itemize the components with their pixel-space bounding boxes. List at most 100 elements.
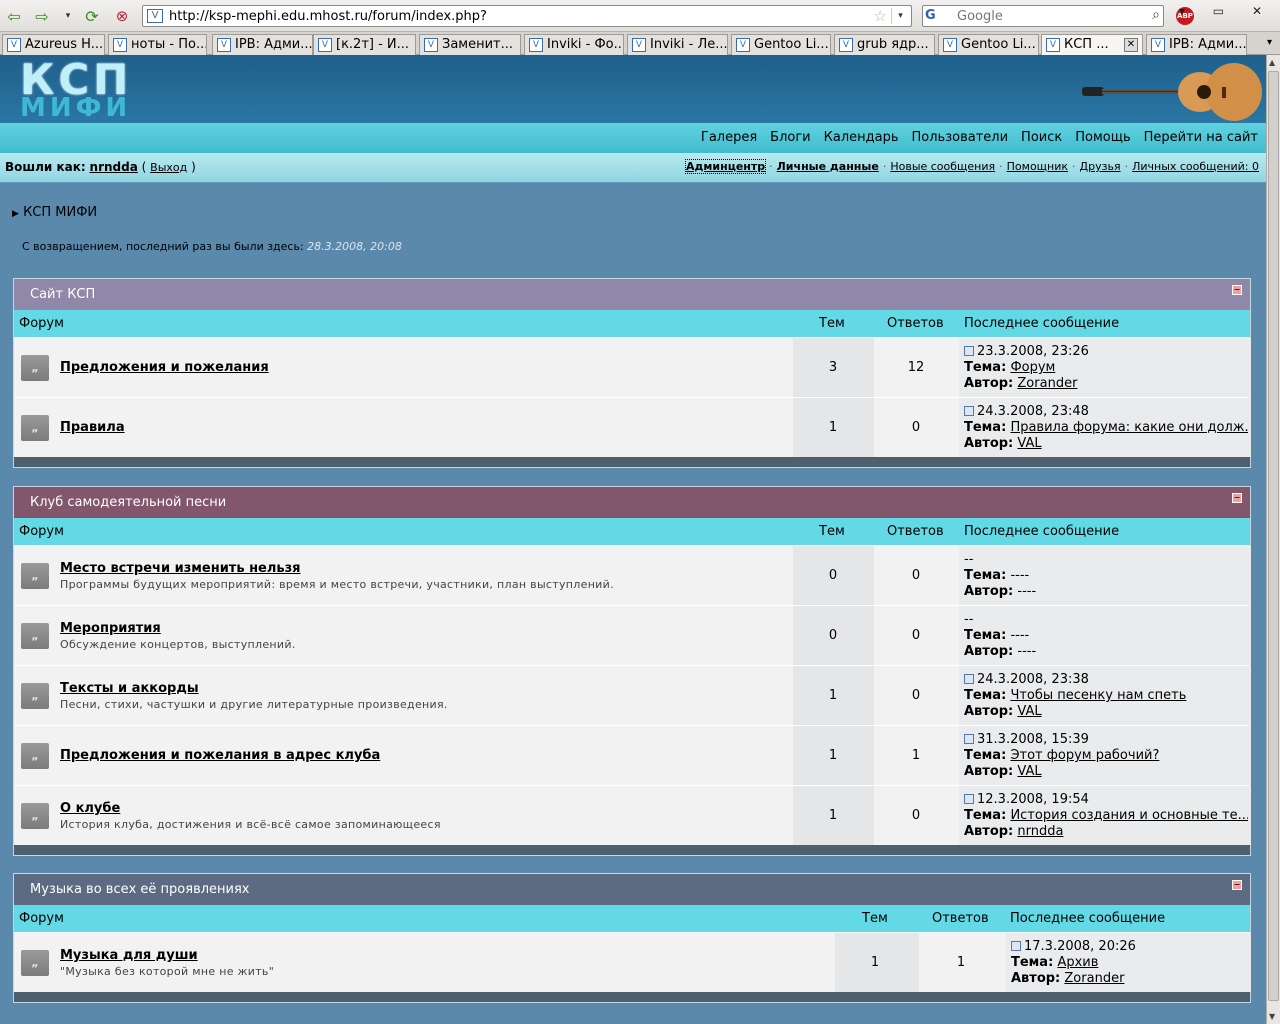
browser-tab[interactable]: V Inviki - Фо... [524, 34, 624, 55]
search-box[interactable]: G ⌕ [922, 5, 1164, 27]
search-engine-icon[interactable]: G [925, 8, 953, 24]
url-bar[interactable]: V http://ksp-mephi.edu.mhost.ru/forum/in… [142, 5, 912, 27]
last-post-icon[interactable] [964, 674, 974, 684]
browser-tab[interactable]: V Azureus H... [2, 34, 105, 55]
nav-link[interactable]: Блоги [770, 130, 810, 145]
forum-title-link[interactable]: Мероприятия [60, 621, 161, 636]
last-post-topic-link[interactable]: Правила форума: какие они долж... [1010, 420, 1248, 435]
search-icon[interactable]: ⌕ [1152, 7, 1160, 23]
search-input[interactable] [957, 8, 1137, 24]
browser-tab[interactable]: V Gentoo Li... [938, 34, 1039, 55]
user-info: Вошли как: nrndda ( Выход ) [5, 160, 196, 174]
topic-count: 1 [828, 808, 838, 823]
nav-link[interactable]: Календарь [824, 130, 899, 145]
url-dropdown-icon[interactable]: ▾ [891, 8, 909, 24]
column-header-forum: Форум [19, 524, 64, 539]
last-post-author-link[interactable]: VAL [1017, 764, 1041, 779]
collapse-icon[interactable]: − [1232, 285, 1242, 295]
site-favicon-icon: V [147, 9, 163, 23]
nav-link[interactable]: Пользователи [912, 130, 1009, 145]
scrollbar-thumb[interactable] [1268, 71, 1279, 1001]
forward-icon[interactable]: ⇨ [32, 6, 52, 26]
last-post-topic-link[interactable]: Чтобы песенку нам спеть [1010, 688, 1186, 703]
forum-title-link[interactable]: Музыка для души [60, 948, 198, 963]
scroll-down-icon[interactable]: ▼ [1269, 1012, 1275, 1021]
last-post-topic-link[interactable]: Архив [1057, 955, 1098, 970]
tab-close-icon[interactable]: ✕ [1124, 38, 1138, 52]
forum-title-link[interactable]: Предложения и пожелания [60, 360, 269, 375]
browser-tab[interactable]: V Заменит... [419, 34, 521, 55]
last-post-icon[interactable] [964, 346, 974, 356]
browser-tab[interactable]: V IPB: Адми... [212, 34, 313, 55]
forum-title-link[interactable]: Тексты и аккорды [60, 681, 199, 696]
last-post-author-link[interactable]: Zorander [1064, 971, 1124, 986]
stop-icon[interactable]: ⊗ [112, 6, 132, 26]
collapse-icon[interactable]: − [1232, 880, 1242, 890]
last-post-author-link[interactable]: VAL [1017, 436, 1041, 451]
url-text[interactable]: http://ksp-mephi.edu.mhost.ru/forum/inde… [169, 9, 487, 24]
window-controls[interactable]: ▾ ▭ ✕ [1179, 4, 1274, 18]
nav-link[interactable]: Перейти на сайт [1144, 130, 1258, 145]
back-icon[interactable]: ⇦ [4, 6, 24, 26]
breadcrumb-home[interactable]: КСП МИФИ [23, 205, 97, 220]
last-post-author-link[interactable]: Zorander [1017, 376, 1077, 391]
last-post-date-line: 23.3.2008, 23:26 [964, 344, 1248, 360]
browser-tab[interactable]: V Inviki - Ле... [627, 34, 728, 55]
collapse-icon[interactable]: − [1232, 493, 1242, 503]
category-title[interactable]: Клуб самодеятельной песни [30, 495, 226, 510]
column-header-replies: Ответов [887, 524, 944, 539]
browser-tab[interactable]: Vgrub ядр... [834, 34, 935, 55]
user-link[interactable]: Новые сообщения [890, 160, 995, 173]
forum-title-link[interactable]: Предложения и пожелания в адрес клуба [60, 748, 380, 763]
nav-link[interactable]: Поиск [1021, 130, 1062, 145]
history-dropdown-icon[interactable]: ▾ [58, 6, 78, 26]
last-post-author-link[interactable]: VAL [1017, 704, 1041, 719]
last-post-date: 23.3.2008, 23:26 [977, 344, 1089, 359]
last-post-info: 12.3.2008, 19:54 Тема: История создания и… [964, 792, 1248, 840]
user-link[interactable]: Друзья [1080, 160, 1121, 173]
forum-title-link[interactable]: Правила [60, 420, 125, 435]
last-post-author-link[interactable]: nrndda [1017, 824, 1063, 839]
author-label: Автор: [964, 376, 1014, 391]
bookmark-star-icon[interactable]: ☆ [874, 7, 887, 25]
last-post-author-line: Автор: VAL [964, 704, 1248, 720]
reload-icon[interactable]: ⟳ [82, 6, 102, 26]
browser-tab[interactable]: Vноты - По... [108, 34, 207, 55]
last-post-date: 31.3.2008, 15:39 [977, 732, 1089, 747]
user-link[interactable]: Личных сообщений: 0 [1132, 160, 1259, 173]
topic-count: 3 [828, 360, 838, 375]
user-link[interactable]: Помощник [1007, 160, 1068, 173]
last-post-icon[interactable] [1011, 941, 1021, 951]
browser-tab[interactable]: V IPB: Адми... [1146, 34, 1247, 55]
nav-link[interactable]: Галерея [701, 130, 757, 145]
browser-tab[interactable]: V Gentoo Li... [731, 34, 831, 55]
last-post-topic-link[interactable]: Этот форум рабочий? [1010, 748, 1159, 763]
column-header-last: Последнее сообщение [1010, 911, 1166, 926]
category-title[interactable]: Сайт КСП [30, 287, 95, 302]
last-post-author-line: Автор: Zorander [964, 376, 1248, 392]
user-link[interactable]: Админцентр [684, 159, 767, 174]
last-post-icon[interactable] [964, 794, 974, 804]
forum-title-link[interactable]: Место встречи изменить нельзя [60, 561, 301, 576]
nav-link[interactable]: Помощь [1075, 130, 1130, 145]
last-post-topic-link[interactable]: История создания и основные те... [1010, 808, 1248, 823]
username-link[interactable]: nrndda [90, 160, 138, 174]
browser-tab[interactable]: V КСП ... ✕ [1041, 34, 1143, 56]
column-headers: Форум Тем Ответов Последнее сообщение [14, 518, 1250, 545]
logout-link[interactable]: Выход [150, 161, 187, 174]
tab-list-icon[interactable]: ▾ [1267, 37, 1272, 48]
site-logo[interactable]: КСП МИФИ [20, 59, 132, 122]
user-link[interactable]: Личные данные [777, 160, 879, 173]
last-post-icon[interactable] [964, 406, 974, 416]
scroll-up-icon[interactable]: ▲ [1269, 58, 1275, 67]
forum-title-link[interactable]: О клубе [60, 801, 120, 816]
last-post-icon[interactable] [964, 734, 974, 744]
category-title[interactable]: Музыка во всех её проявлениях [30, 882, 250, 897]
browser-tab[interactable]: V [к.2т] - И... [313, 34, 416, 55]
last-post-date-line: 17.3.2008, 20:26 [1011, 939, 1248, 955]
column-header-topics: Тем [819, 524, 845, 539]
last-post-topic-link[interactable]: Форум [1010, 360, 1055, 375]
last-post-author-line: Автор: VAL [964, 436, 1248, 452]
vertical-scrollbar[interactable]: ▲ ▼ [1266, 55, 1280, 1024]
tab-label: Azureus H... [25, 37, 104, 52]
